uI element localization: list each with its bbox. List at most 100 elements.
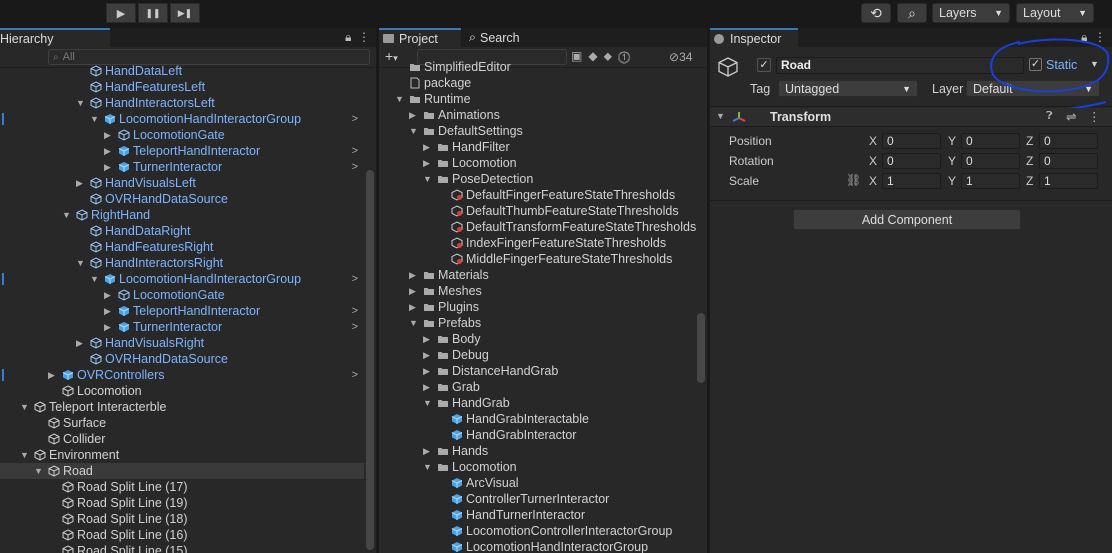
hierarchy-row[interactable]: Road Split Line (15) — [0, 543, 364, 553]
expand-arrow-icon[interactable]: ▼ — [20, 399, 29, 415]
project-row[interactable]: ▶ Grab — [379, 379, 695, 395]
component-menu-icon[interactable]: ⋮ — [1088, 109, 1101, 124]
chevron-right-icon[interactable]: > — [352, 111, 358, 127]
expand-arrow-icon[interactable]: ▼ — [76, 95, 85, 111]
project-row[interactable]: ▶ Locomotion — [379, 155, 695, 171]
hierarchy-row[interactable]: Road Split Line (19) — [0, 495, 364, 511]
hierarchy-row[interactable]: ▼ Teleport Interacterble — [0, 399, 364, 415]
project-row[interactable]: ▶ Materials — [379, 267, 695, 283]
expand-arrow-icon[interactable]: ▼ — [62, 207, 71, 223]
project-row[interactable]: ▼ HandGrab — [379, 395, 695, 411]
project-row[interactable]: DefaultThumbFeatureStateThresholds — [379, 203, 695, 219]
hierarchy-row[interactable]: OVRHandDataSource — [0, 351, 364, 367]
project-row[interactable]: ArcVisual — [379, 475, 695, 491]
project-row[interactable]: ControllerTurnerInteractor — [379, 491, 695, 507]
project-row[interactable]: ▼ DefaultSettings — [379, 123, 695, 139]
expand-arrow-icon[interactable]: ▼ — [423, 171, 432, 187]
project-row[interactable]: ▶ Animations — [379, 107, 695, 123]
expand-arrow-icon[interactable]: ▼ — [423, 395, 432, 411]
expand-arrow-icon[interactable]: ▼ — [90, 271, 99, 287]
hierarchy-row[interactable]: ▶ TeleportHandInteractor > — [0, 143, 364, 159]
expand-arrow-icon[interactable]: ▼ — [34, 463, 43, 479]
collapse-arrow-icon[interactable]: ▶ — [423, 139, 430, 155]
collapse-arrow-icon[interactable]: ▶ — [104, 127, 111, 143]
search-button[interactable]: ⌕ — [897, 3, 927, 23]
collapse-arrow-icon[interactable]: ▶ — [76, 175, 83, 191]
pause-button[interactable]: ❚❚ — [138, 3, 168, 23]
project-row[interactable]: MiddleFingerFeatureStateThresholds — [379, 251, 695, 267]
layers-dropdown[interactable]: Layers ▼ — [932, 3, 1010, 23]
layout-dropdown[interactable]: Layout ▼ — [1016, 3, 1094, 23]
active-checkbox[interactable]: ✓ — [757, 58, 771, 72]
project-row[interactable]: ▶ Body — [379, 331, 695, 347]
hierarchy-row[interactable]: ▼ LocomotionHandInteractorGroup > — [0, 111, 364, 127]
hierarchy-row[interactable]: Collider — [0, 431, 364, 447]
hierarchy-row[interactable]: ▶ HandVisualsRight — [0, 335, 364, 351]
undo-history-button[interactable]: ⟲ — [861, 3, 891, 23]
collapse-arrow-icon[interactable]: ▶ — [48, 367, 55, 383]
collapse-arrow-icon[interactable]: ▶ — [104, 143, 111, 159]
project-row[interactable]: ▶ DistanceHandGrab — [379, 363, 695, 379]
hierarchy-row[interactable]: ▶ OVRControllers > — [0, 367, 364, 383]
project-row[interactable]: ▶ Plugins — [379, 299, 695, 315]
hierarchy-row[interactable]: ▶ TeleportHandInteractor > — [0, 303, 364, 319]
collapse-arrow-icon[interactable]: ▶ — [76, 335, 83, 351]
project-row[interactable]: ▼ Prefabs — [379, 315, 695, 331]
scale-y-field[interactable]: 1 — [961, 173, 1020, 189]
scale-x-field[interactable]: 1 — [882, 173, 941, 189]
collapse-arrow-icon[interactable]: ▶ — [104, 319, 111, 335]
project-row[interactable]: HandGrabInteractable — [379, 411, 695, 427]
project-row[interactable]: ▶ Meshes — [379, 283, 695, 299]
project-row[interactable]: HandTurnerInteractor — [379, 507, 695, 523]
hierarchy-row[interactable]: ▼ HandInteractorsLeft — [0, 95, 364, 111]
rotation-z-field[interactable]: 0 — [1039, 153, 1098, 169]
collapse-arrow-icon[interactable]: ▶ — [104, 159, 111, 175]
project-row[interactable]: DefaultTransformFeatureStateThresholds — [379, 219, 696, 235]
position-x-field[interactable]: 0 — [882, 133, 941, 149]
hierarchy-row[interactable]: Road Split Line (16) — [0, 527, 364, 543]
hierarchy-row[interactable]: ▼ RightHand — [0, 207, 364, 223]
expand-arrow-icon[interactable]: ▼ — [20, 447, 29, 463]
hierarchy-row[interactable]: ▶ HandVisualsLeft — [0, 175, 364, 191]
hierarchy-row[interactable]: Road Split Line (18) — [0, 511, 364, 527]
expand-arrow-icon[interactable]: ▼ — [409, 315, 418, 331]
project-row[interactable]: ▶ HandFilter — [379, 139, 695, 155]
position-y-field[interactable]: 0 — [961, 133, 1020, 149]
more-icon[interactable]: ⋮ — [358, 30, 370, 44]
position-z-field[interactable]: 0 — [1039, 133, 1098, 149]
hierarchy-row[interactable]: ▼ Environment — [0, 447, 364, 463]
project-row[interactable]: LocomotionHandInteractorGroup — [379, 539, 695, 553]
collapse-arrow-icon[interactable]: ▶ — [423, 443, 430, 459]
collapse-arrow-icon[interactable]: ▶ — [104, 303, 111, 319]
collapse-arrow-icon[interactable]: ▶ — [104, 287, 111, 303]
hierarchy-row[interactable]: ▶ LocomotionGate — [0, 127, 364, 143]
project-row[interactable]: ▼ PoseDetection — [379, 171, 695, 187]
hierarchy-row[interactable]: ▶ TurnerInteractor > — [0, 319, 364, 335]
transform-header[interactable]: ▼ Transform ❓︎ ⇌ ⋮ — [710, 108, 1112, 127]
hierarchy-row[interactable]: HandFeaturesRight — [0, 239, 364, 255]
hierarchy-row[interactable]: HandFeaturesLeft — [0, 79, 364, 95]
collapse-arrow-icon[interactable]: ▶ — [423, 379, 430, 395]
chevron-right-icon[interactable]: > — [352, 367, 358, 383]
project-row[interactable]: ▶ Debug — [379, 347, 695, 363]
chevron-right-icon[interactable]: > — [352, 143, 358, 159]
collapse-arrow-icon[interactable]: ▶ — [423, 363, 430, 379]
rotation-y-field[interactable]: 0 — [961, 153, 1020, 169]
project-row[interactable]: ▶ Hands — [379, 443, 695, 459]
hierarchy-row[interactable]: Locomotion — [0, 383, 364, 399]
expand-arrow-icon[interactable]: ▼ — [409, 123, 418, 139]
scale-z-field[interactable]: 1 — [1039, 173, 1098, 189]
tag-dropdown[interactable]: Untagged ▼ — [778, 80, 918, 97]
collapse-arrow-icon[interactable]: ▶ — [409, 283, 416, 299]
link-scale-icon[interactable]: ⛓ — [846, 173, 861, 187]
hierarchy-row[interactable]: HandDataRight — [0, 223, 364, 239]
expand-arrow-icon[interactable]: ▼ — [395, 91, 404, 107]
hierarchy-row[interactable]: HandDataLeft — [0, 63, 364, 79]
expand-arrow-icon[interactable]: ▼ — [423, 459, 432, 475]
project-row[interactable]: DefaultFingerFeatureStateThresholds — [379, 187, 695, 203]
lock-icon[interactable]: 🔒︎ — [345, 30, 351, 44]
chevron-right-icon[interactable]: > — [352, 319, 358, 335]
project-row[interactable]: package — [379, 75, 695, 91]
chevron-right-icon[interactable]: > — [352, 159, 358, 175]
play-button[interactable]: ▶ — [106, 3, 136, 23]
